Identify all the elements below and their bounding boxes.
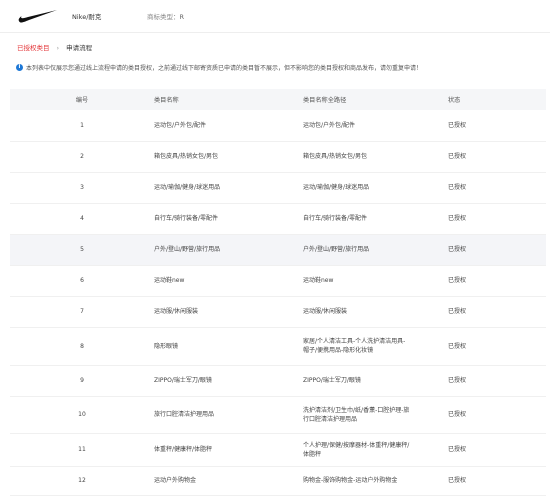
- row-number: 7: [10, 296, 154, 328]
- table-header-row: 编号 类目名称 类目名称全路径 状态: [10, 89, 546, 110]
- row-category-path: 运动包/户外包/配件: [303, 110, 448, 142]
- table-row: 7 运动服/休闲服装 运动服/休闲服装 已授权: [10, 296, 546, 328]
- row-status: 已授权: [448, 110, 546, 142]
- table-row: 6 运动鞋new 运动鞋new 已授权: [10, 265, 546, 297]
- row-status: 已授权: [448, 172, 546, 204]
- row-number: 1: [10, 110, 154, 142]
- row-status: 已授权: [448, 265, 546, 297]
- row-status: 已授权: [448, 433, 546, 467]
- row-category-name: 体重秤/健康秤/体脂秤: [154, 433, 303, 467]
- row-status: 已授权: [448, 203, 546, 235]
- table-row: 11 体重秤/健康秤/体脂秤 个人护理/保健/按摩器材-体重秤/健康秤/体脂秤 …: [10, 433, 546, 467]
- row-category-path: 运动/瑜伽/健身/球迷用品: [303, 172, 448, 204]
- row-category-path: 运动鞋new: [303, 265, 448, 297]
- column-header-category-name: 类目名称: [154, 89, 303, 110]
- row-status: 已授权: [448, 296, 546, 328]
- row-category-path: 购物金-服饰购物金-运动户外购物金: [303, 466, 448, 496]
- row-category-path: 家居/个人清洁工具-个人洗护清洁用具- 帽子/便携用品-隐形化妆镜: [303, 327, 448, 366]
- row-category-name: 隐形眼镜: [154, 327, 303, 366]
- row-category-path: 个人护理/保健/按摩器材-体重秤/健康秤/体脂秤: [303, 433, 448, 467]
- row-category-path: 洗护清洁剂/卫生巾/纸/香薰-口腔护理-旅 行口腔清洁护理用品: [303, 396, 448, 434]
- row-category-name: 旅行口腔清洁护理用品: [154, 396, 303, 434]
- row-category-path: 自行车/骑行装备/零配件: [303, 203, 448, 235]
- breadcrumb: 已授权类目 › 申请流程: [17, 43, 92, 53]
- table-row: 2 箱包皮具/热销女包/男包 箱包皮具/热销女包/男包 已授权: [10, 141, 546, 173]
- brand-header: Nike/耐克 商标类型：R: [0, 0, 550, 32]
- row-category-name: 箱包皮具/热销女包/男包: [154, 141, 303, 173]
- column-header-category-path: 类目名称全路径: [303, 89, 448, 110]
- row-category-name: ZIPPO/瑞士军刀/眼镜: [154, 365, 303, 397]
- path-line: 体脂秤: [303, 450, 322, 458]
- row-category-path: 户外/登山/野营/旅行用品: [303, 234, 448, 266]
- breadcrumb-application-process: 申请流程: [66, 44, 93, 52]
- table-row: 12 运动户外购物金 购物金-服饰购物金-运动户外购物金 已授权: [10, 466, 546, 496]
- row-status: 已授权: [448, 365, 546, 397]
- brand-type: 商标类型：R: [147, 11, 184, 21]
- path-line: 家居/个人清洁工具-个人洗护清洁用具-: [303, 338, 406, 345]
- row-status: 已授权: [448, 327, 546, 366]
- notice-text: 本列表中仅展示您通过线上流程申请的类目授权，之前通过线下邮寄资质已申请的类目暂不…: [26, 65, 423, 72]
- row-number: 9: [10, 365, 154, 397]
- row-number: 4: [10, 203, 154, 235]
- table-row: 9 ZIPPO/瑞士军刀/眼镜 ZIPPO/瑞士军刀/眼镜 已授权: [10, 365, 546, 397]
- row-category-name: 运动户外购物金: [154, 466, 303, 496]
- table-row: 5 户外/登山/野营/旅行用品 户外/登山/野营/旅行用品 已授权: [10, 234, 546, 266]
- table-row: 10 旅行口腔清洁护理用品 洗护清洁剂/卫生巾/纸/香薰-口腔护理-旅 行口腔清洁…: [10, 396, 546, 434]
- row-category-name: 运动鞋new: [154, 265, 303, 297]
- row-number: 2: [10, 141, 154, 173]
- path-line: 行口腔清洁护理用品: [303, 415, 358, 423]
- row-number: 10: [10, 396, 154, 434]
- table-row: 4 自行车/骑行装备/零配件 自行车/骑行装备/零配件 已授权: [10, 203, 546, 235]
- row-number: 8: [10, 327, 154, 366]
- row-status: 已授权: [448, 396, 546, 434]
- brand-name: Nike/耐克: [72, 13, 102, 21]
- row-number: 6: [10, 265, 154, 297]
- path-line: 帽子/便携用品-隐形化妆镜: [303, 347, 374, 354]
- path-line: 洗护清洁剂/卫生巾/纸/香薰-口腔护理-旅: [303, 406, 410, 414]
- row-number: 11: [10, 433, 154, 467]
- row-status: 已授权: [448, 234, 546, 266]
- row-category-name: 户外/登山/野营/旅行用品: [154, 234, 303, 266]
- row-status: 已授权: [448, 141, 546, 173]
- row-category-name: 运动包/户外包/配件: [154, 110, 303, 142]
- row-number: 12: [10, 466, 154, 496]
- row-category-path: ZIPPO/瑞士军刀/眼镜: [303, 365, 448, 397]
- column-header-status: 状态: [448, 89, 546, 110]
- authorized-category-table: 编号 类目名称 类目名称全路径 状态 1 运动包/户外包/配件 运动包/户外包/…: [10, 89, 546, 496]
- column-header-number: 编号: [10, 89, 154, 110]
- row-number: 5: [10, 234, 154, 266]
- table-row: 3 运动/瑜伽/健身/球迷用品 运动/瑜伽/健身/球迷用品 已授权: [10, 172, 546, 204]
- nike-swoosh-logo: [18, 10, 57, 23]
- path-line: 个人护理/保健/按摩器材-体重秤/健康秤/: [303, 441, 410, 449]
- notice-banner: i 本列表中仅展示您通过线上流程申请的类目授权，之前通过线下邮寄资质已申请的类目暂…: [16, 64, 422, 74]
- row-category-name: 运动/瑜伽/健身/球迷用品: [154, 172, 303, 204]
- info-icon: i: [16, 64, 23, 71]
- breadcrumb-separator: ›: [56, 44, 60, 52]
- row-category-path: 运动服/休闲服装: [303, 296, 448, 328]
- row-category-path: 箱包皮具/热销女包/男包: [303, 141, 448, 173]
- brand-type-label: 商标类型：: [147, 13, 180, 21]
- table-row: 8 隐形眼镜 家居/个人清洁工具-个人洗护清洁用具- 帽子/便携用品-隐形化妆镜 …: [10, 327, 546, 366]
- row-category-name: 自行车/骑行装备/零配件: [154, 203, 303, 235]
- table-row: 1 运动包/户外包/配件 运动包/户外包/配件 已授权: [10, 110, 546, 142]
- header-divider: [0, 32, 550, 33]
- row-status: 已授权: [448, 466, 546, 496]
- row-category-name: 运动服/休闲服装: [154, 296, 303, 328]
- breadcrumb-authorized-categories[interactable]: 已授权类目: [17, 44, 50, 52]
- row-number: 3: [10, 172, 154, 204]
- brand-type-value: R: [179, 13, 185, 21]
